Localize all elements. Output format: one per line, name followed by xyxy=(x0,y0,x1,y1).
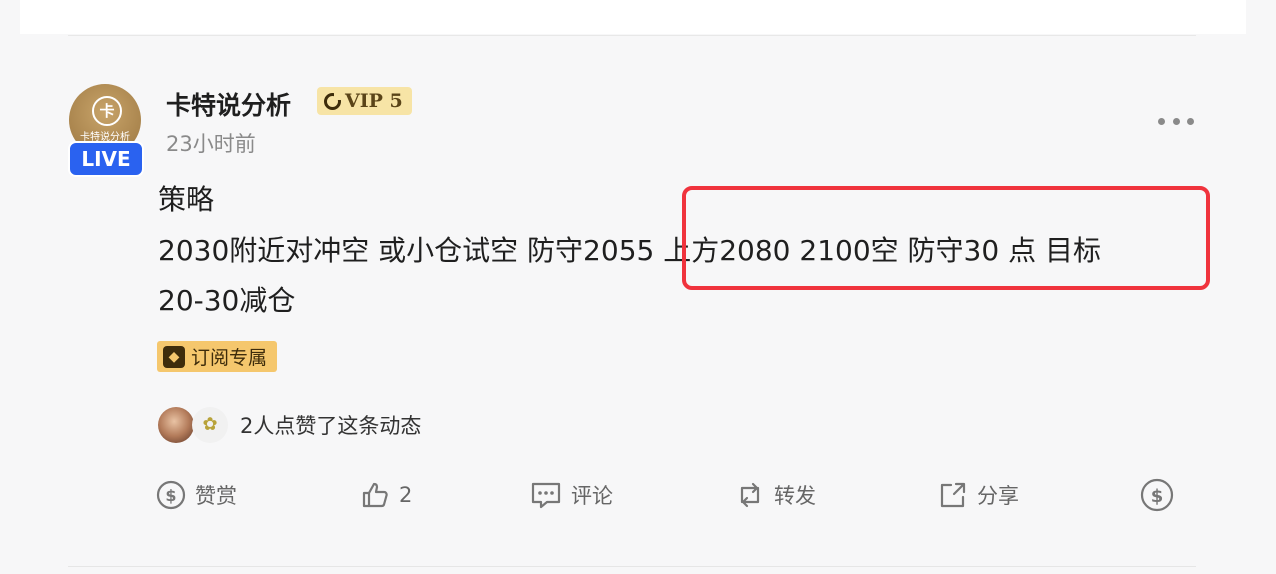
share-label: 分享 xyxy=(977,484,1019,508)
author-name[interactable]: 卡特说分析 xyxy=(166,86,291,122)
subscription-tag[interactable]: ◆ 订阅专属 xyxy=(157,341,278,372)
reward-button[interactable]: $ 赞赏 xyxy=(156,474,237,516)
like-count: 2 xyxy=(399,483,413,507)
share-icon xyxy=(940,482,966,508)
repost-button[interactable]: 转发 xyxy=(735,474,816,516)
liker-avatar[interactable] xyxy=(158,407,194,443)
svg-text:$: $ xyxy=(1151,486,1164,507)
live-badge[interactable]: LIVE xyxy=(68,141,144,177)
comment-button[interactable]: 评论 xyxy=(530,474,613,516)
dollar-icon: $ xyxy=(1140,478,1174,512)
previous-card xyxy=(20,0,1246,34)
share-button[interactable]: 分享 xyxy=(938,474,1019,516)
more-dot-icon xyxy=(1172,117,1180,125)
vip-badge[interactable]: VIP 5 xyxy=(317,87,412,115)
annotation-highlight-box xyxy=(682,186,1210,290)
like-button[interactable]: 2 xyxy=(360,474,412,516)
post-time: 23小时前 xyxy=(166,132,256,156)
action-bar: $ 赞赏 2 评论 转发 分享 $ xyxy=(156,474,1176,516)
likes-row[interactable]: ✿ 2人点赞了这条动态 xyxy=(158,406,421,444)
likes-summary: 2人点赞了这条动态 xyxy=(240,414,422,438)
author-avatar-group[interactable]: 卡 卡特说分析 LIVE xyxy=(68,84,144,177)
thumbs-up-icon xyxy=(362,482,388,508)
comment-label: 评论 xyxy=(571,484,613,508)
repost-icon xyxy=(740,482,760,508)
vip-icon xyxy=(324,92,341,110)
svg-text:$: $ xyxy=(165,486,176,505)
subscription-tag-label: 订阅专属 xyxy=(191,347,268,369)
more-options-button[interactable] xyxy=(1158,110,1194,132)
post-title: 策略 xyxy=(158,183,215,216)
reward-label: 赞赏 xyxy=(195,484,237,508)
comment-icon xyxy=(531,482,561,509)
more-dot-icon xyxy=(1158,117,1165,125)
logo-icon: 卡 xyxy=(92,96,122,126)
diamond-icon: ◆ xyxy=(163,345,185,368)
repost-label: 转发 xyxy=(774,484,816,508)
vip-label: VIP 5 xyxy=(345,90,403,112)
divider xyxy=(68,566,1196,567)
more-dot-icon xyxy=(1187,117,1194,125)
coin-icon: $ xyxy=(156,480,186,510)
liker-avatar[interactable]: ✿ xyxy=(192,407,228,443)
tip-button[interactable]: $ xyxy=(1140,474,1174,516)
